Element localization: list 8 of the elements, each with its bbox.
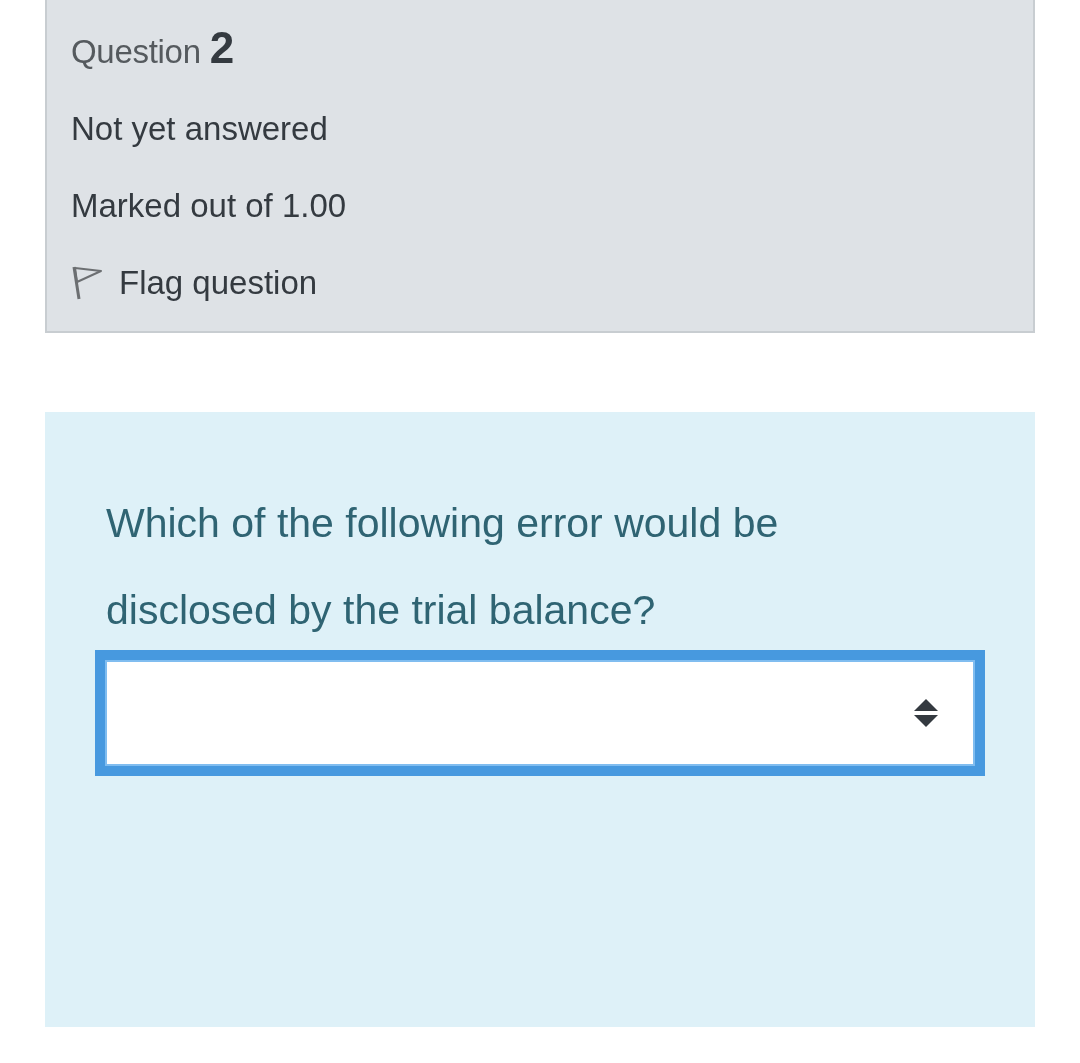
answer-select[interactable] [95,650,985,776]
grade-text: Marked out of 1.00 [71,186,348,226]
flag-question-link[interactable]: Flag question [71,257,318,309]
answer-status: Not yet answered [71,109,329,149]
question-number: 2 [209,22,235,74]
up-down-arrows-icon [912,697,940,729]
question-text: Which of the following error would be disclosed by the trial balance? [106,499,780,635]
question-label: Question [71,32,201,72]
